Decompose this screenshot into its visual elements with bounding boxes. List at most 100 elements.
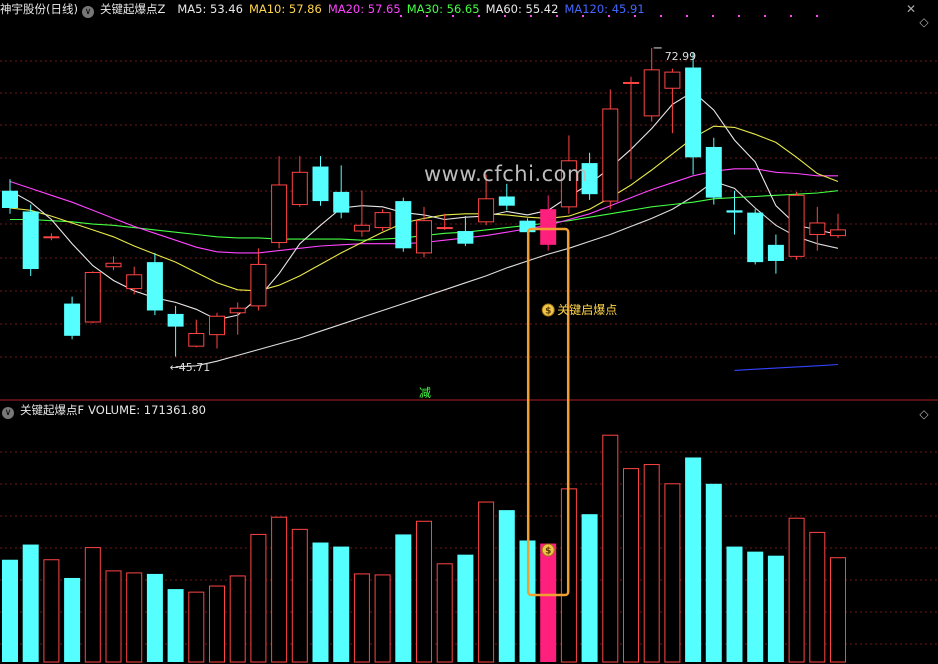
marker-dot bbox=[816, 15, 818, 17]
chevron-down-icon[interactable]: ∨ bbox=[81, 6, 94, 18]
kline-chart-canvas[interactable]: $ $ 关键启爆点 72.99 ←45.71 减 神宇股份(日线) ∨ 关键起爆点Z MA5: … bbox=[0, 0, 938, 664]
candle-body bbox=[2, 190, 18, 208]
candle-body bbox=[436, 227, 453, 230]
volume-bar bbox=[726, 546, 743, 662]
volume-bar bbox=[209, 585, 225, 663]
ma-legend-item: MA30: 56.65 bbox=[406, 2, 480, 16]
close-icon[interactable]: ✕ bbox=[905, 3, 917, 15]
candle-body bbox=[705, 146, 722, 198]
candle-body bbox=[685, 67, 702, 158]
volume-bar bbox=[416, 520, 432, 663]
volume-bar bbox=[788, 517, 805, 663]
candle-body bbox=[767, 244, 784, 261]
ma-legend-item: MA5: 53.46 bbox=[177, 2, 243, 16]
volume-bar bbox=[581, 514, 598, 662]
volume-bar bbox=[64, 577, 81, 662]
candle-body bbox=[271, 184, 288, 244]
candle-body bbox=[457, 231, 474, 244]
candle-body bbox=[643, 69, 660, 117]
volume-bar bbox=[84, 547, 101, 663]
candlesticks bbox=[2, 47, 846, 357]
volume-bar bbox=[436, 563, 453, 663]
candle-body bbox=[312, 166, 329, 202]
volume-bar bbox=[809, 531, 826, 663]
volume-bar bbox=[623, 468, 639, 663]
candle-body bbox=[167, 313, 184, 327]
volume-bar bbox=[478, 501, 495, 663]
volume-bars bbox=[2, 434, 846, 663]
price-panel-header: 神宇股份(日线) ∨ 关键起爆点Z MA5: 53.46 MA10: 57.86 MA20… bbox=[0, 0, 651, 18]
high-price-label: 72.99 bbox=[665, 50, 697, 63]
volume-bar bbox=[146, 573, 163, 662]
panel-toggle-icon[interactable]: ◇ bbox=[918, 408, 930, 420]
ma-legend: MA5: 53.46 MA10: 57.86 MA20: 57.65 MA30: 56… bbox=[171, 2, 650, 16]
candle-body bbox=[250, 263, 267, 307]
marker-dot bbox=[712, 15, 714, 17]
candle-body bbox=[726, 210, 743, 213]
candle-body bbox=[540, 209, 557, 245]
volume-bar bbox=[643, 464, 660, 663]
volume-bar bbox=[747, 551, 764, 662]
candle-body bbox=[333, 191, 350, 213]
candle-body bbox=[623, 81, 639, 84]
volume-value: VOLUME: 171361.80 bbox=[88, 403, 206, 417]
watermark: www.cfchi.com bbox=[424, 162, 588, 186]
indicator-name-z[interactable]: 关键起爆点Z bbox=[100, 2, 165, 16]
candle-body bbox=[229, 307, 246, 314]
volume-bar bbox=[767, 555, 784, 662]
volume-bar bbox=[498, 510, 515, 662]
candle-body bbox=[22, 211, 39, 270]
candle-body bbox=[291, 171, 308, 206]
candle-body bbox=[374, 212, 391, 229]
panel-toggle-icon[interactable]: ◇ bbox=[918, 16, 930, 28]
reduce-label: 减 bbox=[419, 386, 431, 400]
candle-body bbox=[788, 194, 805, 257]
volume-bar bbox=[664, 483, 681, 663]
indicator-name-f[interactable]: 关键起爆点F bbox=[20, 403, 84, 417]
candle-body bbox=[602, 108, 619, 202]
volume-bar bbox=[457, 554, 474, 662]
volume-bar bbox=[540, 543, 557, 662]
low-price-label: ←45.71 bbox=[170, 361, 211, 374]
volume-bar bbox=[602, 434, 619, 663]
marker-dot bbox=[790, 15, 792, 17]
marker-dot bbox=[738, 15, 740, 17]
candle-body bbox=[188, 333, 205, 347]
chevron-down-icon[interactable]: ∨ bbox=[2, 407, 14, 419]
ma-legend-item: MA20: 57.65 bbox=[327, 2, 401, 16]
volume-bar bbox=[685, 457, 702, 662]
candle-body bbox=[105, 262, 122, 268]
stock-title: 神宇股份(日线) bbox=[0, 2, 78, 16]
money-bag-icon: $ bbox=[545, 547, 551, 557]
ma-legend-item: MA60: 55.42 bbox=[485, 2, 559, 16]
volume-bar bbox=[188, 591, 205, 663]
volume-bar bbox=[395, 534, 412, 662]
candle-body bbox=[146, 262, 163, 311]
money-bag-icon: $ bbox=[545, 307, 551, 317]
ma120-line bbox=[734, 363, 839, 371]
candle-body bbox=[664, 71, 681, 89]
volume-panel-header: ∨ 关键起爆点F VOLUME: 171361.80 bbox=[0, 401, 212, 419]
volume-bar bbox=[333, 546, 350, 662]
candle-body bbox=[747, 212, 764, 263]
candle-body bbox=[43, 236, 60, 239]
candle-body bbox=[126, 274, 143, 290]
volume-bar bbox=[250, 533, 267, 663]
candle-body bbox=[416, 220, 432, 254]
candle-body bbox=[809, 222, 826, 235]
candle-body bbox=[830, 229, 846, 237]
chart-svg: $ $ 关键启爆点 72.99 ←45.71 减 bbox=[0, 15, 938, 663]
candle-body bbox=[498, 196, 515, 206]
volume-bar bbox=[126, 572, 143, 663]
candle-body bbox=[84, 271, 101, 323]
volume-bar bbox=[830, 557, 846, 663]
volume-bar bbox=[105, 570, 122, 663]
candle-body bbox=[64, 303, 81, 336]
volume-bar bbox=[374, 574, 391, 663]
volume-bar bbox=[353, 573, 370, 663]
candle-body bbox=[209, 315, 225, 336]
volume-bar bbox=[291, 528, 308, 663]
volume-bar bbox=[229, 575, 246, 663]
ma-legend-item: MA120: 45.91 bbox=[564, 2, 645, 16]
volume-bar bbox=[705, 483, 722, 662]
